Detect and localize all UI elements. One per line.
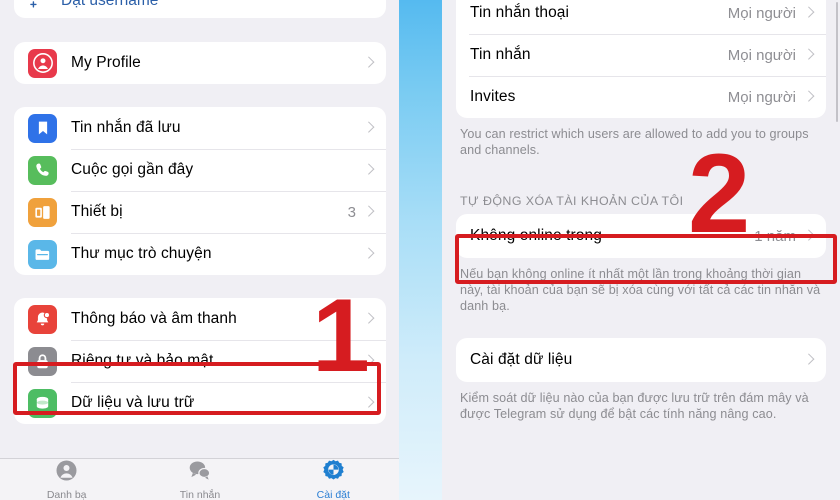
chevron-right-icon xyxy=(365,313,373,326)
autodelete-card: Không online trong 1 năm xyxy=(456,214,826,258)
row-label: Tin nhắn thoại xyxy=(470,4,570,21)
chevron-right-icon xyxy=(365,57,373,70)
row-label: Dữ liệu và lưu trữ xyxy=(71,394,195,411)
partial-row-set-username[interactable]: Đặt username xyxy=(14,0,386,18)
chevron-right-icon xyxy=(805,230,813,243)
add-user-icon xyxy=(28,0,48,14)
tab-contacts[interactable]: Danh bạ xyxy=(0,459,133,500)
profile-icon xyxy=(28,48,57,78)
autodelete-section-header: TỰ ĐỘNG XÓA TÀI KHOẢN CỦA TÔI xyxy=(460,194,684,208)
vertical-scrollbar[interactable] xyxy=(835,2,838,122)
row-label: Invites xyxy=(470,88,516,105)
autodelete-note: Nếu bạn không online ít nhất một lần tro… xyxy=(460,267,821,313)
row-chat-folders[interactable]: Thư mục trò chuyện xyxy=(14,233,386,275)
row-data-settings[interactable]: Cài đặt dữ liệu xyxy=(456,338,826,382)
row-privacy-security[interactable]: Riêng tư và bảo mật xyxy=(14,340,386,382)
data-settings-card: Cài đặt dữ liệu xyxy=(456,338,826,382)
tab-settings[interactable]: Cài đặt xyxy=(267,459,400,500)
phone-icon xyxy=(28,155,57,185)
chevron-right-icon xyxy=(365,122,373,135)
row-if-away-for[interactable]: Không online trong 1 năm xyxy=(456,214,826,258)
settings-list-scroll[interactable]: Đặt username My Profile Tin nhắn đã lưu … xyxy=(0,0,400,500)
row-value: Mọi người xyxy=(727,88,796,106)
devices-icon xyxy=(28,197,57,227)
row-label: My Profile xyxy=(71,54,141,71)
data-note: Kiểm soát dữ liệu nào của bạn được lưu t… xyxy=(460,391,809,421)
row-recent-calls[interactable]: Cuộc gọi gần đây xyxy=(14,149,386,191)
bell-icon xyxy=(28,304,57,334)
contacts-icon xyxy=(54,458,79,488)
tab-label: Cài đặt xyxy=(316,489,350,500)
privacy-settings-scroll[interactable]: Tin nhắn thoại Mọi người Tin nhắn Mọi ng… xyxy=(442,0,840,500)
row-label: Không online trong xyxy=(470,227,602,244)
folder-icon xyxy=(28,239,57,269)
chevron-right-icon xyxy=(365,206,373,219)
chevron-right-icon xyxy=(365,164,373,177)
row-label: Thiết bị xyxy=(71,203,123,220)
lock-icon xyxy=(28,346,57,376)
tab-chats[interactable]: Tin nhắn xyxy=(133,459,266,500)
panel-separator-gradient xyxy=(399,0,442,500)
profile-card: My Profile xyxy=(14,42,386,84)
row-notifications-sounds[interactable]: Thông báo và âm thanh xyxy=(14,298,386,340)
row-value: 3 xyxy=(347,203,356,221)
row-invites[interactable]: Invites Mọi người xyxy=(456,76,826,118)
left-phone-panel: Đặt username My Profile Tin nhắn đã lưu … xyxy=(0,0,400,500)
row-voice-messages[interactable]: Tin nhắn thoại Mọi người xyxy=(456,0,826,34)
row-saved-messages[interactable]: Tin nhắn đã lưu xyxy=(14,107,386,149)
row-value: 1 năm xyxy=(754,227,796,245)
chevron-right-icon xyxy=(805,49,813,62)
tab-label: Danh bạ xyxy=(46,489,87,500)
bookmark-icon xyxy=(28,113,57,143)
bottom-tab-bar: Danh bạ Tin nhắn Cài đặt xyxy=(0,458,400,500)
partial-row-label: Đặt username xyxy=(61,0,159,9)
tab-label: Tin nhắn xyxy=(179,489,221,500)
chevron-right-icon xyxy=(805,354,813,367)
row-messages[interactable]: Tin nhắn Mọi người xyxy=(456,34,826,76)
settings-list-card: Thông báo và âm thanh Riêng tư và bảo mậ… xyxy=(14,298,386,424)
screenshot-root: Đặt username My Profile Tin nhắn đã lưu … xyxy=(0,0,840,500)
chevron-right-icon xyxy=(805,91,813,104)
row-label: Thư mục trò chuyện xyxy=(71,245,212,262)
privacy-note: You can restrict which users are allowed… xyxy=(460,127,809,157)
row-label: Cài đặt dữ liệu xyxy=(470,351,573,368)
row-devices[interactable]: Thiết bị 3 xyxy=(14,191,386,233)
row-label: Riêng tư và bảo mật xyxy=(71,352,214,369)
settings-gear-icon xyxy=(321,458,346,488)
row-value: Mọi người xyxy=(727,4,796,22)
row-label: Tin nhắn xyxy=(470,46,531,63)
row-label: Tin nhắn đã lưu xyxy=(71,119,181,136)
row-data-storage[interactable]: Dữ liệu và lưu trữ xyxy=(14,382,386,424)
main-list-card: Tin nhắn đã lưu Cuộc gọi gần đây Thiết b… xyxy=(14,107,386,275)
chevron-right-icon xyxy=(365,397,373,410)
row-value: Mọi người xyxy=(727,46,796,64)
row-label: Cuộc gọi gần đây xyxy=(71,161,194,178)
row-label: Thông báo và âm thanh xyxy=(71,310,237,327)
chevron-right-icon xyxy=(805,7,813,20)
row-my-profile[interactable]: My Profile xyxy=(14,42,386,84)
chevron-right-icon xyxy=(365,355,373,368)
database-icon xyxy=(28,388,57,418)
right-phone-panel: Tin nhắn thoại Mọi người Tin nhắn Mọi ng… xyxy=(442,0,840,500)
privacy-options-card: Tin nhắn thoại Mọi người Tin nhắn Mọi ng… xyxy=(456,0,826,118)
chats-icon xyxy=(187,458,212,488)
chevron-right-icon xyxy=(365,248,373,261)
